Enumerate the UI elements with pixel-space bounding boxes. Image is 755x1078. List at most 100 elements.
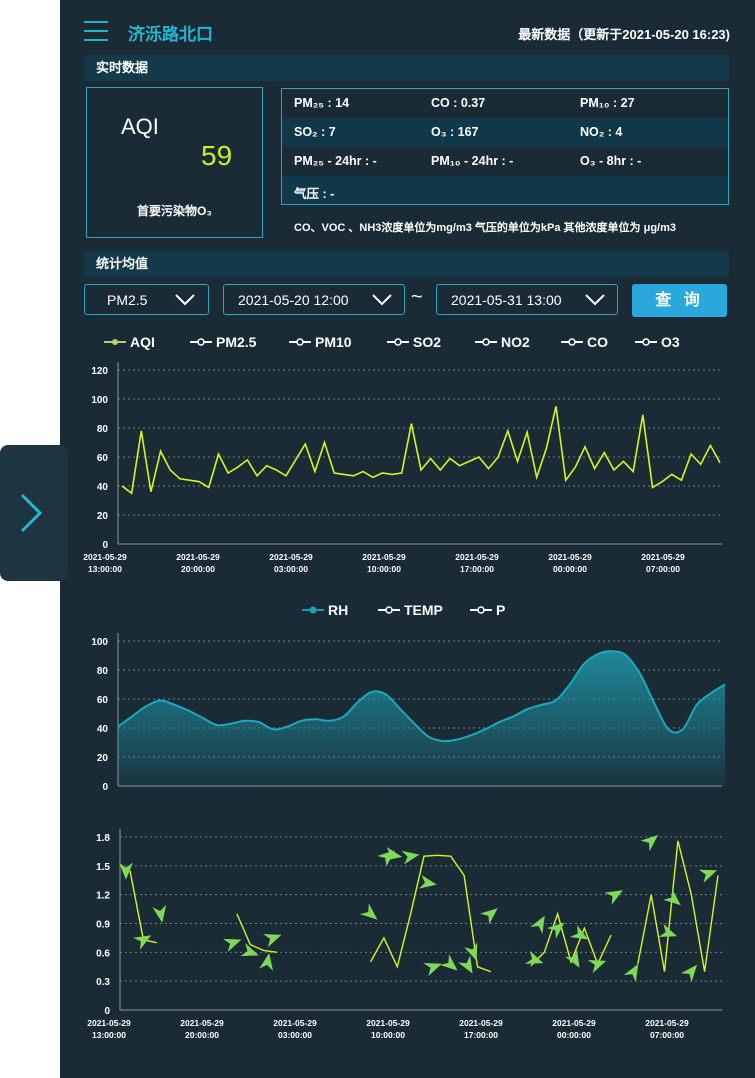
- y-tick-label: 20: [97, 753, 109, 764]
- y-tick-label: 80: [97, 424, 109, 435]
- wind-arrow-icon: [623, 963, 639, 983]
- end-time-value: 2021-05-31 13:00: [451, 292, 562, 308]
- weather-area-chart: 0 20 40 60 80 100: [91, 633, 726, 793]
- aqi-chart-legend: AQI PM2.5 PM10 SO2 NO2 CO O3: [0, 334, 755, 354]
- legend-marker-icon: [289, 338, 311, 346]
- legend-label: PM2.5: [216, 334, 257, 350]
- x-tick-label: 03:00:00: [278, 1030, 312, 1040]
- x-tick-label: 17:00:00: [460, 564, 494, 574]
- grid-cell: PM₂₅ : 14: [294, 96, 350, 110]
- x-tick-label: 2021-05-29: [366, 1018, 410, 1028]
- y-tick-label: 0.3: [96, 977, 110, 988]
- x-tick-label: 13:00:00: [92, 1030, 126, 1040]
- y-tick-label: 80: [97, 666, 109, 677]
- y-tick-label: 1.5: [96, 862, 110, 873]
- wind-arrow-icon: [530, 915, 545, 934]
- start-time-value: 2021-05-20 12:00: [238, 292, 349, 308]
- chevron-down-icon: [175, 294, 195, 306]
- update-time: 最新数据（更新于2021-05-20 16:23): [518, 27, 730, 42]
- y-tick-label: 1.2: [96, 891, 110, 902]
- realtime-section-header: 实时数据: [84, 55, 729, 81]
- x-tick-label: 2021-05-29: [455, 552, 499, 562]
- pollutant-grid: PM₂₅ : 14 CO : 0.37 PM₁₀ : 27 SO₂ : 7 O₃…: [281, 88, 729, 205]
- x-tick-label: 07:00:00: [646, 564, 680, 574]
- x-tick-label: 2021-05-29: [459, 1018, 503, 1028]
- start-time-select[interactable]: 2021-05-20 12:00: [223, 284, 405, 315]
- x-tick-label: 20:00:00: [185, 1030, 219, 1040]
- pollutant-select-value: PM2.5: [107, 292, 148, 308]
- x-tick-label: 20:00:00: [181, 564, 215, 574]
- hamburger-icon[interactable]: [84, 21, 108, 41]
- aqi-value: 59: [201, 140, 233, 171]
- stats-section-header: 统计均值: [84, 251, 729, 277]
- legend-marker-icon: [190, 338, 212, 346]
- x-tick-label: 2021-05-29: [87, 1018, 131, 1028]
- wind-arrow-icon: [401, 850, 420, 865]
- wind-arrow-icon: [240, 942, 259, 957]
- aqi-card: AQI 59 首要污染物O₃: [86, 87, 263, 238]
- aqi-series-line: [121, 406, 721, 495]
- legend-marker-icon: [470, 606, 492, 614]
- x-tick-label: 2021-05-29: [362, 552, 406, 562]
- x-tick-label: 2021-05-29: [273, 1018, 317, 1028]
- grid-cell: PM₂₅ - 24hr : -: [294, 154, 377, 168]
- y-tick-label: 1.8: [96, 833, 110, 844]
- x-tick-label: 2021-05-29: [176, 552, 220, 562]
- end-time-select[interactable]: 2021-05-31 13:00: [436, 284, 618, 315]
- pollutant-select[interactable]: PM2.5: [84, 284, 209, 315]
- legend-marker-icon: [302, 606, 324, 614]
- legend-marker-icon: [475, 338, 497, 346]
- legend-label: SO2: [413, 334, 442, 350]
- legend-marker-icon: [378, 606, 400, 614]
- wind-arrow-icon: [423, 962, 442, 977]
- y-tick-label: 0.6: [96, 948, 110, 959]
- x-tick-label: 13:00:00: [88, 564, 122, 574]
- grid-row: PM₂₅ : 14 CO : 0.37 PM₁₀ : 27: [282, 89, 728, 118]
- wind-arrow-icon: [418, 874, 437, 889]
- x-tick-label: 07:00:00: [650, 1030, 684, 1040]
- grid-row: 气压 : -: [282, 176, 728, 204]
- x-tick-label: 10:00:00: [371, 1030, 405, 1040]
- x-tick-label: 10:00:00: [367, 564, 401, 574]
- legend-marker-icon: [104, 339, 126, 345]
- y-tick-label: 100: [91, 395, 108, 406]
- x-tick-label: 2021-05-29: [180, 1018, 224, 1028]
- y-tick-label: 60: [97, 695, 109, 706]
- legend-label: RH: [328, 602, 349, 618]
- unit-note: CO、VOC 、NH3浓度单位为mg/m3 气压的单位为kPa 其他浓度单位为 …: [294, 222, 676, 234]
- query-button[interactable]: 查 询: [632, 284, 727, 317]
- y-tick-label: 40: [97, 482, 109, 493]
- wind-arrow-icon: [604, 890, 623, 905]
- y-tick-label: 100: [91, 637, 108, 648]
- x-tick-label: 00:00:00: [553, 564, 587, 574]
- range-separator: ~: [411, 286, 423, 308]
- wind-series-line: [236, 913, 278, 953]
- grid-cell: NO₂ : 4: [580, 125, 623, 139]
- weather-chart-legend: RH TEMP P: [0, 602, 755, 622]
- wind-arrow-icon: [259, 953, 274, 971]
- x-tick-label: 2021-05-29: [83, 552, 127, 562]
- legend-label: P: [496, 602, 506, 618]
- grid-cell: 气压 : -: [294, 187, 335, 201]
- wind-arrow-icon: [640, 835, 659, 852]
- wind-arrow-icon: [132, 935, 152, 950]
- legend-label: TEMP: [404, 602, 443, 618]
- x-tick-label: 2021-05-29: [641, 552, 685, 562]
- rh-area-fill: [118, 651, 725, 786]
- grid-cell: PM₁₀ - 24hr : -: [431, 154, 514, 168]
- wind-arrow-icon: [569, 924, 589, 940]
- legend-label: O3: [661, 334, 680, 350]
- y-tick-label: 120: [91, 366, 108, 377]
- wind-arrow-icon: [152, 904, 167, 923]
- aqi-line-chart: 0 20 40 60 80 100 120 2021-05-29 13:00:00 2021-05…: [83, 362, 722, 574]
- y-tick-label: 0: [102, 540, 108, 551]
- x-tick-label: 2021-05-29: [552, 1018, 596, 1028]
- primary-pollutant: 首要污染物O₃: [137, 204, 212, 218]
- y-tick-label: 0: [102, 782, 108, 793]
- grid-row: PM₂₅ - 24hr : - PM₁₀ - 24hr : - O₃ - 8hr…: [282, 147, 728, 176]
- wind-arrow-icon: [263, 934, 282, 948]
- y-tick-label: 0.9: [96, 920, 110, 931]
- wind-arrow-icon: [698, 869, 718, 883]
- grid-cell: O₃ : 167: [431, 125, 479, 139]
- chevron-down-icon: [585, 294, 605, 306]
